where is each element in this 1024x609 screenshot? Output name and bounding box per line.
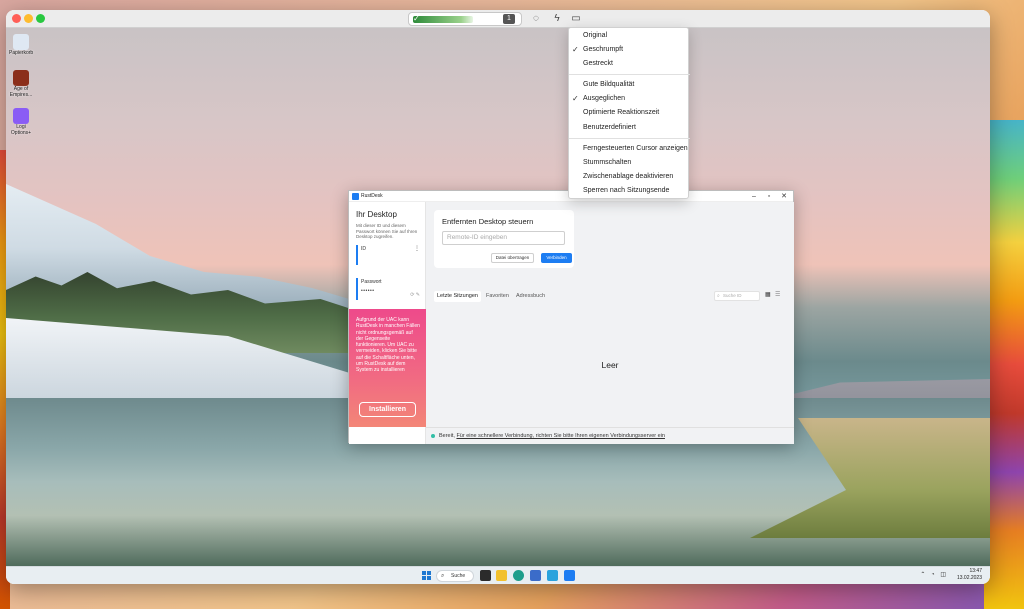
more-options-icon[interactable]: ⋮ bbox=[414, 245, 420, 252]
clock-time: 13:47 bbox=[969, 568, 982, 574]
taskbar-search-label: Suche bbox=[451, 573, 466, 579]
age-of-empires-icon bbox=[13, 70, 29, 86]
refresh-edit-icons[interactable]: ⟳ ✎ bbox=[410, 292, 420, 298]
check-icon: ✓ bbox=[572, 94, 579, 103]
uac-warning-text: Aufgrund der UAC kann RustDesk in manche… bbox=[356, 317, 420, 374]
grid-view-icon[interactable]: ▦ bbox=[765, 292, 772, 299]
taskbar-app-files[interactable] bbox=[480, 570, 491, 581]
tab-address-book[interactable]: Adressbuch bbox=[516, 291, 545, 302]
desktop-icon-recycle-bin[interactable]: Papierkorb bbox=[9, 34, 33, 56]
menu-separator bbox=[569, 74, 690, 75]
zoom-window-button[interactable] bbox=[36, 14, 45, 23]
minimize-window-button[interactable] bbox=[24, 14, 33, 23]
start-button[interactable] bbox=[422, 571, 432, 581]
rustdesk-title: RustDesk bbox=[361, 193, 383, 199]
your-desktop-panel: Ihr Desktop Mit dieser ID und diesem Pas… bbox=[349, 202, 426, 444]
menu-item-balanced[interactable]: ✓ Ausgeglichen bbox=[569, 92, 690, 106]
menu-item-good-quality[interactable]: Gute Bildqualität bbox=[569, 78, 690, 92]
clock[interactable]: 13:47 13.02.2023 bbox=[957, 568, 982, 582]
recycle-bin-icon bbox=[13, 34, 29, 50]
id-label: ID bbox=[361, 246, 366, 252]
menu-separator bbox=[569, 138, 690, 139]
password-field[interactable]: Passwort •••••• ⟳ ✎ bbox=[356, 278, 420, 300]
close-window-button[interactable] bbox=[12, 14, 21, 23]
password-label: Passwort bbox=[361, 279, 382, 285]
taskbar-search[interactable]: ⌕ Suche bbox=[436, 570, 474, 582]
rustdesk-window: RustDesk – ▫ ✕ Ihr Desktop Mit dieser ID… bbox=[348, 190, 794, 444]
lightning-icon[interactable]: ϟ bbox=[551, 13, 563, 25]
session-tabs: Letzte Sitzungen Favoriten Adressbuch ⌕ … bbox=[434, 289, 786, 303]
taskbar-app-edge[interactable] bbox=[513, 570, 524, 581]
menu-item-lock-after-session[interactable]: Sperren nach Sitzungsende bbox=[569, 184, 690, 198]
chat-icon[interactable]: ◌ bbox=[530, 13, 542, 25]
menu-item-custom[interactable]: Benutzerdefiniert bbox=[569, 121, 690, 135]
mac-wallpaper-right bbox=[984, 120, 1024, 609]
your-desktop-description: Mit dieser ID und diesem Passwort können… bbox=[356, 223, 418, 239]
search-icon: ⌕ bbox=[717, 293, 720, 299]
menu-item-disable-clipboard[interactable]: Zwischenablage deaktivieren bbox=[569, 170, 690, 184]
close-icon[interactable]: ✕ bbox=[777, 191, 791, 202]
search-placeholder: Suche ID bbox=[723, 293, 742, 298]
menu-item-show-remote-cursor[interactable]: Ferngesteuerten Cursor anzeigen bbox=[569, 142, 690, 156]
search-icon: ⌕ bbox=[441, 573, 445, 579]
tab-favorites[interactable]: Favoriten bbox=[486, 291, 509, 302]
connect-card: Entfernten Desktop steuern Remote-ID ein… bbox=[434, 210, 574, 268]
remote-control-panel: Entfernten Desktop steuern Remote-ID ein… bbox=[426, 202, 794, 444]
status-bar: Bereit, Für eine schnellere Verbindung, … bbox=[426, 427, 794, 443]
connect-title: Entfernten Desktop steuern bbox=[442, 217, 534, 226]
display-number-badge[interactable]: 1 bbox=[503, 14, 515, 24]
taskbar-app-store[interactable] bbox=[530, 570, 541, 581]
minimize-icon[interactable]: – bbox=[747, 191, 761, 202]
check-icon: ✓ bbox=[572, 45, 579, 54]
clock-date: 13.02.2023 bbox=[956, 575, 982, 581]
menu-item-shrunk[interactable]: ✓ Geschrumpft bbox=[569, 43, 690, 57]
logi-options-icon bbox=[13, 108, 29, 124]
uac-warning-card: Aufgrund der UAC kann RustDesk in manche… bbox=[349, 309, 426, 427]
search-id-input[interactable]: ⌕ Suche ID bbox=[714, 291, 760, 301]
windows-taskbar: ⌕ Suche ⌃ ◔ ◫ 13:47 13.02.2023 bbox=[6, 566, 990, 584]
your-desktop-title: Ihr Desktop bbox=[356, 210, 397, 219]
display-settings-menu: Original ✓ Geschrumpft Gestreckt Gute Bil… bbox=[568, 27, 690, 199]
taskbar-app-explorer[interactable] bbox=[496, 570, 507, 581]
menu-item-stretched[interactable]: Gestreckt bbox=[569, 57, 690, 71]
menu-item-mute[interactable]: Stummschalten bbox=[569, 156, 690, 170]
list-view-icon[interactable]: ☰ bbox=[775, 292, 782, 299]
taskbar-app-rustdesk[interactable] bbox=[564, 570, 575, 581]
monitor-icon[interactable]: ▭ bbox=[570, 13, 582, 25]
menu-item-original[interactable]: Original bbox=[569, 29, 690, 43]
taskbar-app-telegram[interactable] bbox=[547, 570, 558, 581]
system-tray-icons[interactable]: ⌃ ◔ ◫ bbox=[920, 571, 948, 578]
remote-id-input[interactable]: Remote-ID eingeben bbox=[442, 231, 565, 245]
status-ready-text: Bereit, bbox=[439, 433, 455, 439]
windows-logo-icon bbox=[422, 571, 426, 575]
tab-recent-sessions[interactable]: Letzte Sitzungen bbox=[434, 291, 481, 302]
desktop-icon-logi-options[interactable]: Logi Options+ bbox=[9, 108, 33, 136]
status-dot-icon bbox=[431, 434, 435, 438]
install-button[interactable]: Installieren bbox=[359, 402, 416, 417]
file-transfer-button[interactable]: Datei übertragen bbox=[491, 253, 534, 263]
remote-desktop[interactable]: Papierkorb Age of Empires... Logi Option… bbox=[6, 28, 990, 566]
connect-button[interactable]: Verbinden bbox=[541, 253, 572, 263]
connection-quality-indicator[interactable]: ✓ 1 bbox=[408, 12, 522, 26]
desktop-icon-age-of-empires[interactable]: Age of Empires... bbox=[9, 70, 33, 98]
window-titlebar: ✓ 1 ◌ ϟ ▭ bbox=[6, 10, 990, 28]
menu-item-optimized-latency[interactable]: Optimierte Reaktionszeit bbox=[569, 106, 690, 120]
maximize-icon[interactable]: ▫ bbox=[762, 191, 776, 202]
rustdesk-logo-icon bbox=[352, 193, 359, 200]
empty-sessions-label: Leer bbox=[601, 360, 619, 370]
id-field[interactable]: ID ⋮ bbox=[356, 245, 420, 265]
remote-session-window: ✓ 1 ◌ ϟ ▭ Papierkorb Age of Empires... L… bbox=[6, 10, 990, 584]
setup-server-link[interactable]: Für eine schnellere Verbindung, richten … bbox=[456, 433, 665, 439]
shield-icon: ✓ bbox=[413, 14, 420, 23]
